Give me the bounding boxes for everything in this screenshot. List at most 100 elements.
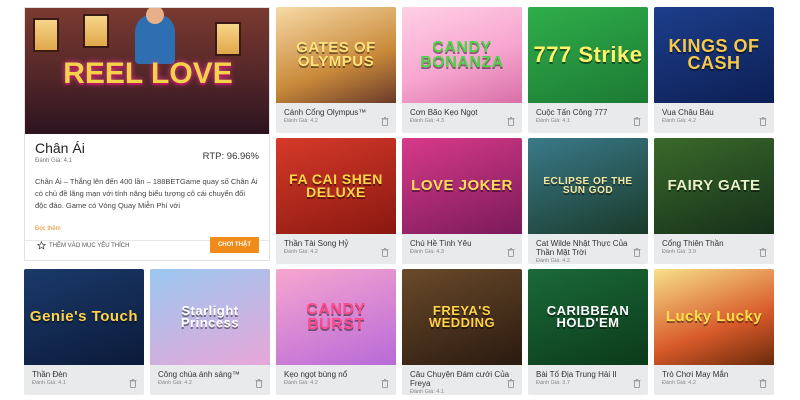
game-meta: Cánh Cổng Olympus™ Đánh Giá: 4.2	[276, 103, 396, 133]
game-name: Bài Tố Địa Trung Hải II	[536, 370, 617, 379]
game-meta: Công chúa ánh sáng™ Đánh Giá: 4.2	[150, 365, 270, 395]
game-logo: 777 Strike	[533, 41, 643, 67]
star-outline-icon	[37, 241, 46, 250]
trash-icon[interactable]	[381, 117, 389, 126]
trash-icon[interactable]	[633, 117, 641, 126]
game-thumbnail[interactable]: GATES OF OLYMPUS	[276, 7, 396, 103]
add-to-favorites-label: THÊM VÀO MỤC YÊU THÍCH	[49, 242, 130, 249]
read-more-link[interactable]: Đọc thêm	[35, 226, 259, 232]
game-logo: FA CAI SHEN DELUXE	[289, 170, 383, 200]
trash-icon[interactable]	[759, 248, 767, 257]
game-meta: Trò Chơi May Mắn Đánh Giá: 4.2	[654, 365, 774, 395]
game-rating: Đánh Giá: 4.2	[284, 380, 318, 386]
game-logo: CANDY BURST	[306, 300, 366, 333]
window-decoration	[215, 22, 241, 56]
game-logo: FAIRY GATE	[667, 176, 761, 194]
game-logo: Lucky Lucky	[665, 307, 763, 325]
add-to-favorites-button[interactable]: THÊM VÀO MỤC YÊU THÍCH	[37, 241, 129, 250]
game-rating: Đánh Giá: 4.2	[158, 380, 192, 386]
trash-icon[interactable]	[255, 379, 263, 388]
game-card[interactable]: Genie's Touch Thần Đèn Đánh Giá: 4.1	[24, 269, 144, 395]
featured-game-logo: REEL LOVE	[63, 57, 233, 90]
game-name: Cánh Cổng Olympus™	[284, 108, 367, 117]
game-meta: Cuộc Tấn Công 777 Đánh Giá: 4.1	[528, 103, 648, 133]
trash-icon[interactable]	[381, 379, 389, 388]
game-thumbnail[interactable]: Lucky Lucky	[654, 269, 774, 365]
trash-icon[interactable]	[507, 117, 515, 126]
game-rating: Đánh Giá: 3.9	[662, 249, 696, 255]
game-thumbnail[interactable]: CANDY BONANZA	[402, 7, 522, 103]
game-meta: Cơn Bão Kẹo Ngọt Đánh Giá: 4.3	[402, 103, 522, 133]
game-card[interactable]: GATES OF OLYMPUS Cánh Cổng Olympus™ Đánh G…	[276, 7, 396, 133]
game-name: Cuộc Tấn Công 777	[536, 108, 608, 117]
game-card[interactable]: CARIBBEAN HOLD'EM Bài Tố Địa Trung Hải II…	[528, 269, 648, 395]
game-name: Thần Đèn	[32, 370, 68, 379]
game-rating: Đánh Giá: 4.1	[410, 389, 444, 395]
game-thumbnail[interactable]: CARIBBEAN HOLD'EM	[528, 269, 648, 365]
game-card[interactable]: CANDY BONANZA Cơn Bão Kẹo Ngọt Đánh Giá: 4…	[402, 7, 522, 133]
game-meta: Chú Hề Tình Yêu Đánh Giá: 4.3	[402, 234, 522, 264]
game-card[interactable]: FREYA'S WEDDING Câu Chuyện Đám cưới Của F…	[402, 269, 522, 395]
game-grid: REEL LOVE Chân Ái RTP: 96.96% Đánh Giá: …	[0, 0, 800, 400]
trash-icon[interactable]	[759, 379, 767, 388]
game-card[interactable]: 777 Strike Cuộc Tấn Công 777 Đánh Giá: 4.1	[528, 7, 648, 133]
featured-game-rtp: RTP: 96.96%	[202, 151, 259, 162]
window-decoration	[83, 14, 109, 48]
game-thumbnail[interactable]: Genie's Touch	[24, 269, 144, 365]
game-logo: ECLIPSE OF THE SUN GOD	[543, 175, 633, 196]
game-rating: Đánh Giá: 4.1	[32, 380, 66, 386]
play-real-button[interactable]: CHƠI THẬT	[210, 237, 259, 253]
game-thumbnail[interactable]: CANDY BURST	[276, 269, 396, 365]
game-thumbnail[interactable]: KINGS OF CASH	[654, 7, 774, 103]
game-logo: FREYA'S WEDDING	[428, 302, 496, 330]
game-logo: KINGS OF CASH	[668, 35, 760, 73]
game-rating: Đánh Giá: 4.2	[662, 380, 696, 386]
trash-icon[interactable]	[507, 248, 515, 257]
featured-game-thumbnail[interactable]: REEL LOVE	[25, 8, 269, 134]
game-thumbnail[interactable]: 777 Strike	[528, 7, 648, 103]
game-rating: Đánh Giá: 4.2	[536, 258, 570, 264]
trash-icon[interactable]	[633, 379, 641, 388]
game-card[interactable]: CANDY BURST Kẹo ngọt bùng nổ Đánh Giá: 4.2	[276, 269, 396, 395]
trash-icon[interactable]	[759, 117, 767, 126]
game-logo: CARIBBEAN HOLD'EM	[546, 302, 630, 330]
trash-icon[interactable]	[129, 379, 137, 388]
game-card[interactable]: Starlight Princess Công chúa ánh sáng™ Đán…	[150, 269, 270, 395]
game-meta: Cat Wilde Nhật Thực Của Thần Mặt Trời Đán…	[528, 234, 648, 264]
game-thumbnail[interactable]: FA CAI SHEN DELUXE	[276, 138, 396, 234]
featured-game-card[interactable]: REEL LOVE Chân Ái RTP: 96.96% Đánh Giá: …	[24, 7, 270, 261]
trash-icon[interactable]	[507, 379, 515, 388]
game-thumbnail[interactable]: FREYA'S WEDDING	[402, 269, 522, 365]
game-logo: Starlight Princess	[180, 302, 240, 330]
game-thumbnail[interactable]: ECLIPSE OF THE SUN GOD	[528, 138, 648, 234]
game-name: Cổng Thiên Thần	[662, 239, 724, 248]
game-rating: Đánh Giá: 4.3	[410, 249, 444, 255]
featured-game-description: Chân Ái – Thắng lên đến 400 lần – 188BET…	[35, 177, 258, 210]
game-meta: Vua Châu Báu Đánh Giá: 4.2	[654, 103, 774, 133]
game-card[interactable]: LOVE JOKER Chú Hề Tình Yêu Đánh Giá: 4.3	[402, 138, 522, 264]
game-card[interactable]: Lucky Lucky Trò Chơi May Mắn Đánh Giá: 4.2	[654, 269, 774, 395]
game-card[interactable]: FAIRY GATE Cổng Thiên Thần Đánh Giá: 3.9	[654, 138, 774, 264]
game-card[interactable]: KINGS OF CASH Vua Châu Báu Đánh Giá: 4.2	[654, 7, 774, 133]
game-name: Trò Chơi May Mắn	[662, 370, 729, 379]
trash-icon[interactable]	[633, 248, 641, 257]
game-logo: LOVE JOKER	[411, 176, 513, 194]
game-rating: Đánh Giá: 4.1	[536, 118, 570, 124]
game-rating: Đánh Giá: 4.2	[284, 118, 318, 124]
game-rating: Đánh Giá: 4.2	[284, 249, 318, 255]
game-rating: Đánh Giá: 4.2	[662, 118, 696, 124]
game-thumbnail[interactable]: FAIRY GATE	[654, 138, 774, 234]
game-thumbnail[interactable]: LOVE JOKER	[402, 138, 522, 234]
game-card[interactable]: ECLIPSE OF THE SUN GOD Cat Wilde Nhật Thự…	[528, 138, 648, 264]
game-logo: GATES OF OLYMPUS	[296, 38, 376, 70]
game-name: Thần Tài Song Hỷ	[284, 239, 349, 248]
game-meta: Thần Đèn Đánh Giá: 4.1	[24, 365, 144, 395]
game-meta: Cổng Thiên Thần Đánh Giá: 3.9	[654, 234, 774, 264]
game-card[interactable]: FA CAI SHEN DELUXE Thần Tài Song Hỷ Đánh G…	[276, 138, 396, 264]
game-meta: Thần Tài Song Hỷ Đánh Giá: 4.2	[276, 234, 396, 264]
game-logo: CANDY BONANZA	[420, 38, 504, 71]
game-thumbnail[interactable]: Starlight Princess	[150, 269, 270, 365]
game-name: Công chúa ánh sáng™	[158, 370, 240, 379]
trash-icon[interactable]	[381, 248, 389, 257]
game-name: Kẹo ngọt bùng nổ	[284, 370, 348, 379]
